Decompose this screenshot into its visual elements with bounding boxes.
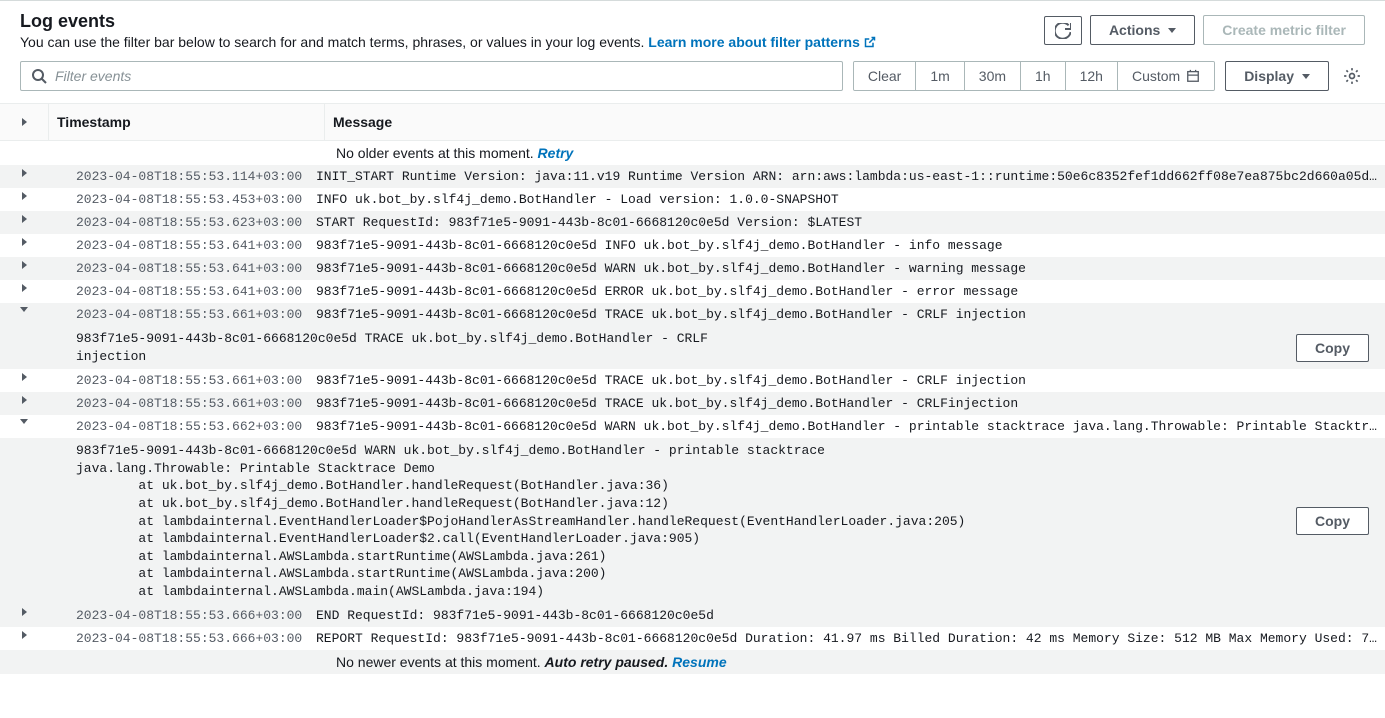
no-older-events-row: No older events at this moment. Retry: [0, 141, 1385, 165]
log-timestamp: 2023-04-08T18:55:53.661+03:00: [48, 303, 308, 326]
retry-link[interactable]: Retry: [538, 145, 574, 161]
clear-button[interactable]: Clear: [854, 62, 916, 90]
expand-row-icon[interactable]: [22, 396, 27, 404]
expand-row-icon[interactable]: [22, 284, 27, 292]
log-timestamp: 2023-04-08T18:55:53.453+03:00: [48, 188, 308, 211]
log-timestamp: 2023-04-08T18:55:53.641+03:00: [48, 234, 308, 257]
log-row[interactable]: 2023-04-08T18:55:53.114+03:00INIT_START …: [0, 165, 1385, 188]
log-row[interactable]: 2023-04-08T18:55:53.666+03:00REPORT Requ…: [0, 627, 1385, 650]
copy-button[interactable]: Copy: [1296, 334, 1369, 362]
page-subtitle: You can use the filter bar below to sear…: [20, 34, 1044, 51]
display-button[interactable]: Display: [1225, 61, 1329, 91]
log-table-header: Timestamp Message: [0, 104, 1385, 141]
column-timestamp[interactable]: Timestamp: [48, 104, 324, 140]
create-metric-filter-button[interactable]: Create metric filter: [1203, 15, 1365, 45]
log-timestamp: 2023-04-08T18:55:53.666+03:00: [48, 627, 308, 650]
expand-row-icon[interactable]: [22, 238, 27, 246]
log-row[interactable]: 2023-04-08T18:55:53.661+03:00983f71e5-90…: [0, 392, 1385, 415]
learn-more-link[interactable]: Learn more about filter patterns: [648, 34, 876, 50]
range-12h-button[interactable]: 12h: [1066, 62, 1118, 90]
log-timestamp: 2023-04-08T18:55:53.661+03:00: [48, 392, 308, 415]
range-1m-button[interactable]: 1m: [916, 62, 964, 90]
expand-row-icon[interactable]: [22, 169, 27, 177]
chevron-down-icon: [1168, 28, 1176, 33]
expand-row-icon[interactable]: [22, 631, 27, 639]
log-timestamp: 2023-04-08T18:55:53.666+03:00: [48, 604, 308, 627]
log-timestamp: 2023-04-08T18:55:53.662+03:00: [48, 415, 308, 438]
log-timestamp: 2023-04-08T18:55:53.661+03:00: [48, 369, 308, 392]
expand-row-icon[interactable]: [22, 608, 27, 616]
expand-all-icon[interactable]: [22, 118, 27, 126]
log-row[interactable]: 2023-04-08T18:55:53.641+03:00983f71e5-90…: [0, 257, 1385, 280]
chevron-down-icon: [1302, 74, 1310, 79]
time-range-group: Clear 1m 30m 1h 12h Custom: [853, 61, 1215, 91]
gear-icon[interactable]: [1343, 67, 1361, 85]
log-row[interactable]: 2023-04-08T18:55:53.453+03:00INFO uk.bot…: [0, 188, 1385, 211]
range-30m-button[interactable]: 30m: [965, 62, 1021, 90]
expand-row-icon[interactable]: [22, 192, 27, 200]
log-message: 983f71e5-9091-443b-8c01-6668120c0e5d TRA…: [308, 303, 1385, 326]
refresh-button[interactable]: [1044, 16, 1082, 45]
external-link-icon: [864, 35, 876, 51]
log-row[interactable]: 2023-04-08T18:55:53.641+03:00983f71e5-90…: [0, 280, 1385, 303]
log-expanded-detail: 983f71e5-9091-443b-8c01-6668120c0e5d TRA…: [0, 326, 1385, 369]
log-message: REPORT RequestId: 983f71e5-9091-443b-8c0…: [308, 627, 1385, 650]
log-row[interactable]: 2023-04-08T18:55:53.661+03:00983f71e5-90…: [0, 303, 1385, 326]
expand-row-icon[interactable]: [22, 373, 27, 381]
expand-row-icon[interactable]: [22, 261, 27, 269]
resume-link[interactable]: Resume: [672, 654, 726, 670]
expand-row-icon[interactable]: [20, 307, 28, 312]
page-title: Log events: [20, 11, 1044, 32]
log-message: INFO uk.bot_by.slf4j_demo.BotHandler - L…: [308, 188, 1385, 211]
no-newer-events-row: No newer events at this moment. Auto ret…: [0, 650, 1385, 674]
expand-row-icon[interactable]: [22, 215, 27, 223]
log-row[interactable]: 2023-04-08T18:55:53.641+03:00983f71e5-90…: [0, 234, 1385, 257]
actions-button[interactable]: Actions: [1090, 15, 1195, 45]
log-timestamp: 2023-04-08T18:55:53.641+03:00: [48, 257, 308, 280]
log-row[interactable]: 2023-04-08T18:55:53.623+03:00START Reque…: [0, 211, 1385, 234]
log-expanded-detail: 983f71e5-9091-443b-8c01-6668120c0e5d WAR…: [0, 438, 1385, 604]
range-1h-button[interactable]: 1h: [1021, 62, 1066, 90]
column-message[interactable]: Message: [324, 104, 1385, 140]
search-icon: [31, 68, 47, 84]
log-row[interactable]: 2023-04-08T18:55:53.662+03:00983f71e5-90…: [0, 415, 1385, 438]
expand-row-icon[interactable]: [20, 419, 28, 424]
refresh-icon: [1055, 23, 1071, 39]
filter-input-container[interactable]: [20, 61, 843, 91]
log-row[interactable]: 2023-04-08T18:55:53.666+03:00END Request…: [0, 604, 1385, 627]
log-message: 983f71e5-9091-443b-8c01-6668120c0e5d ERR…: [308, 280, 1385, 303]
log-message: 983f71e5-9091-443b-8c01-6668120c0e5d WAR…: [308, 257, 1385, 280]
log-row[interactable]: 2023-04-08T18:55:53.661+03:00983f71e5-90…: [0, 369, 1385, 392]
log-timestamp: 2023-04-08T18:55:53.641+03:00: [48, 280, 308, 303]
log-message: INIT_START Runtime Version: java:11.v19 …: [308, 165, 1385, 188]
log-message: START RequestId: 983f71e5-9091-443b-8c01…: [308, 211, 1385, 234]
log-message: 983f71e5-9091-443b-8c01-6668120c0e5d TRA…: [308, 392, 1385, 415]
filter-events-input[interactable]: [55, 68, 832, 84]
log-message: 983f71e5-9091-443b-8c01-6668120c0e5d WAR…: [308, 415, 1385, 438]
copy-button[interactable]: Copy: [1296, 507, 1369, 535]
log-timestamp: 2023-04-08T18:55:53.114+03:00: [48, 165, 308, 188]
log-timestamp: 2023-04-08T18:55:53.623+03:00: [48, 211, 308, 234]
custom-range-button[interactable]: Custom: [1118, 62, 1214, 90]
calendar-icon: [1186, 69, 1200, 83]
log-message: 983f71e5-9091-443b-8c01-6668120c0e5d INF…: [308, 234, 1385, 257]
log-message: 983f71e5-9091-443b-8c01-6668120c0e5d TRA…: [308, 369, 1385, 392]
log-message: END RequestId: 983f71e5-9091-443b-8c01-6…: [308, 604, 1385, 627]
